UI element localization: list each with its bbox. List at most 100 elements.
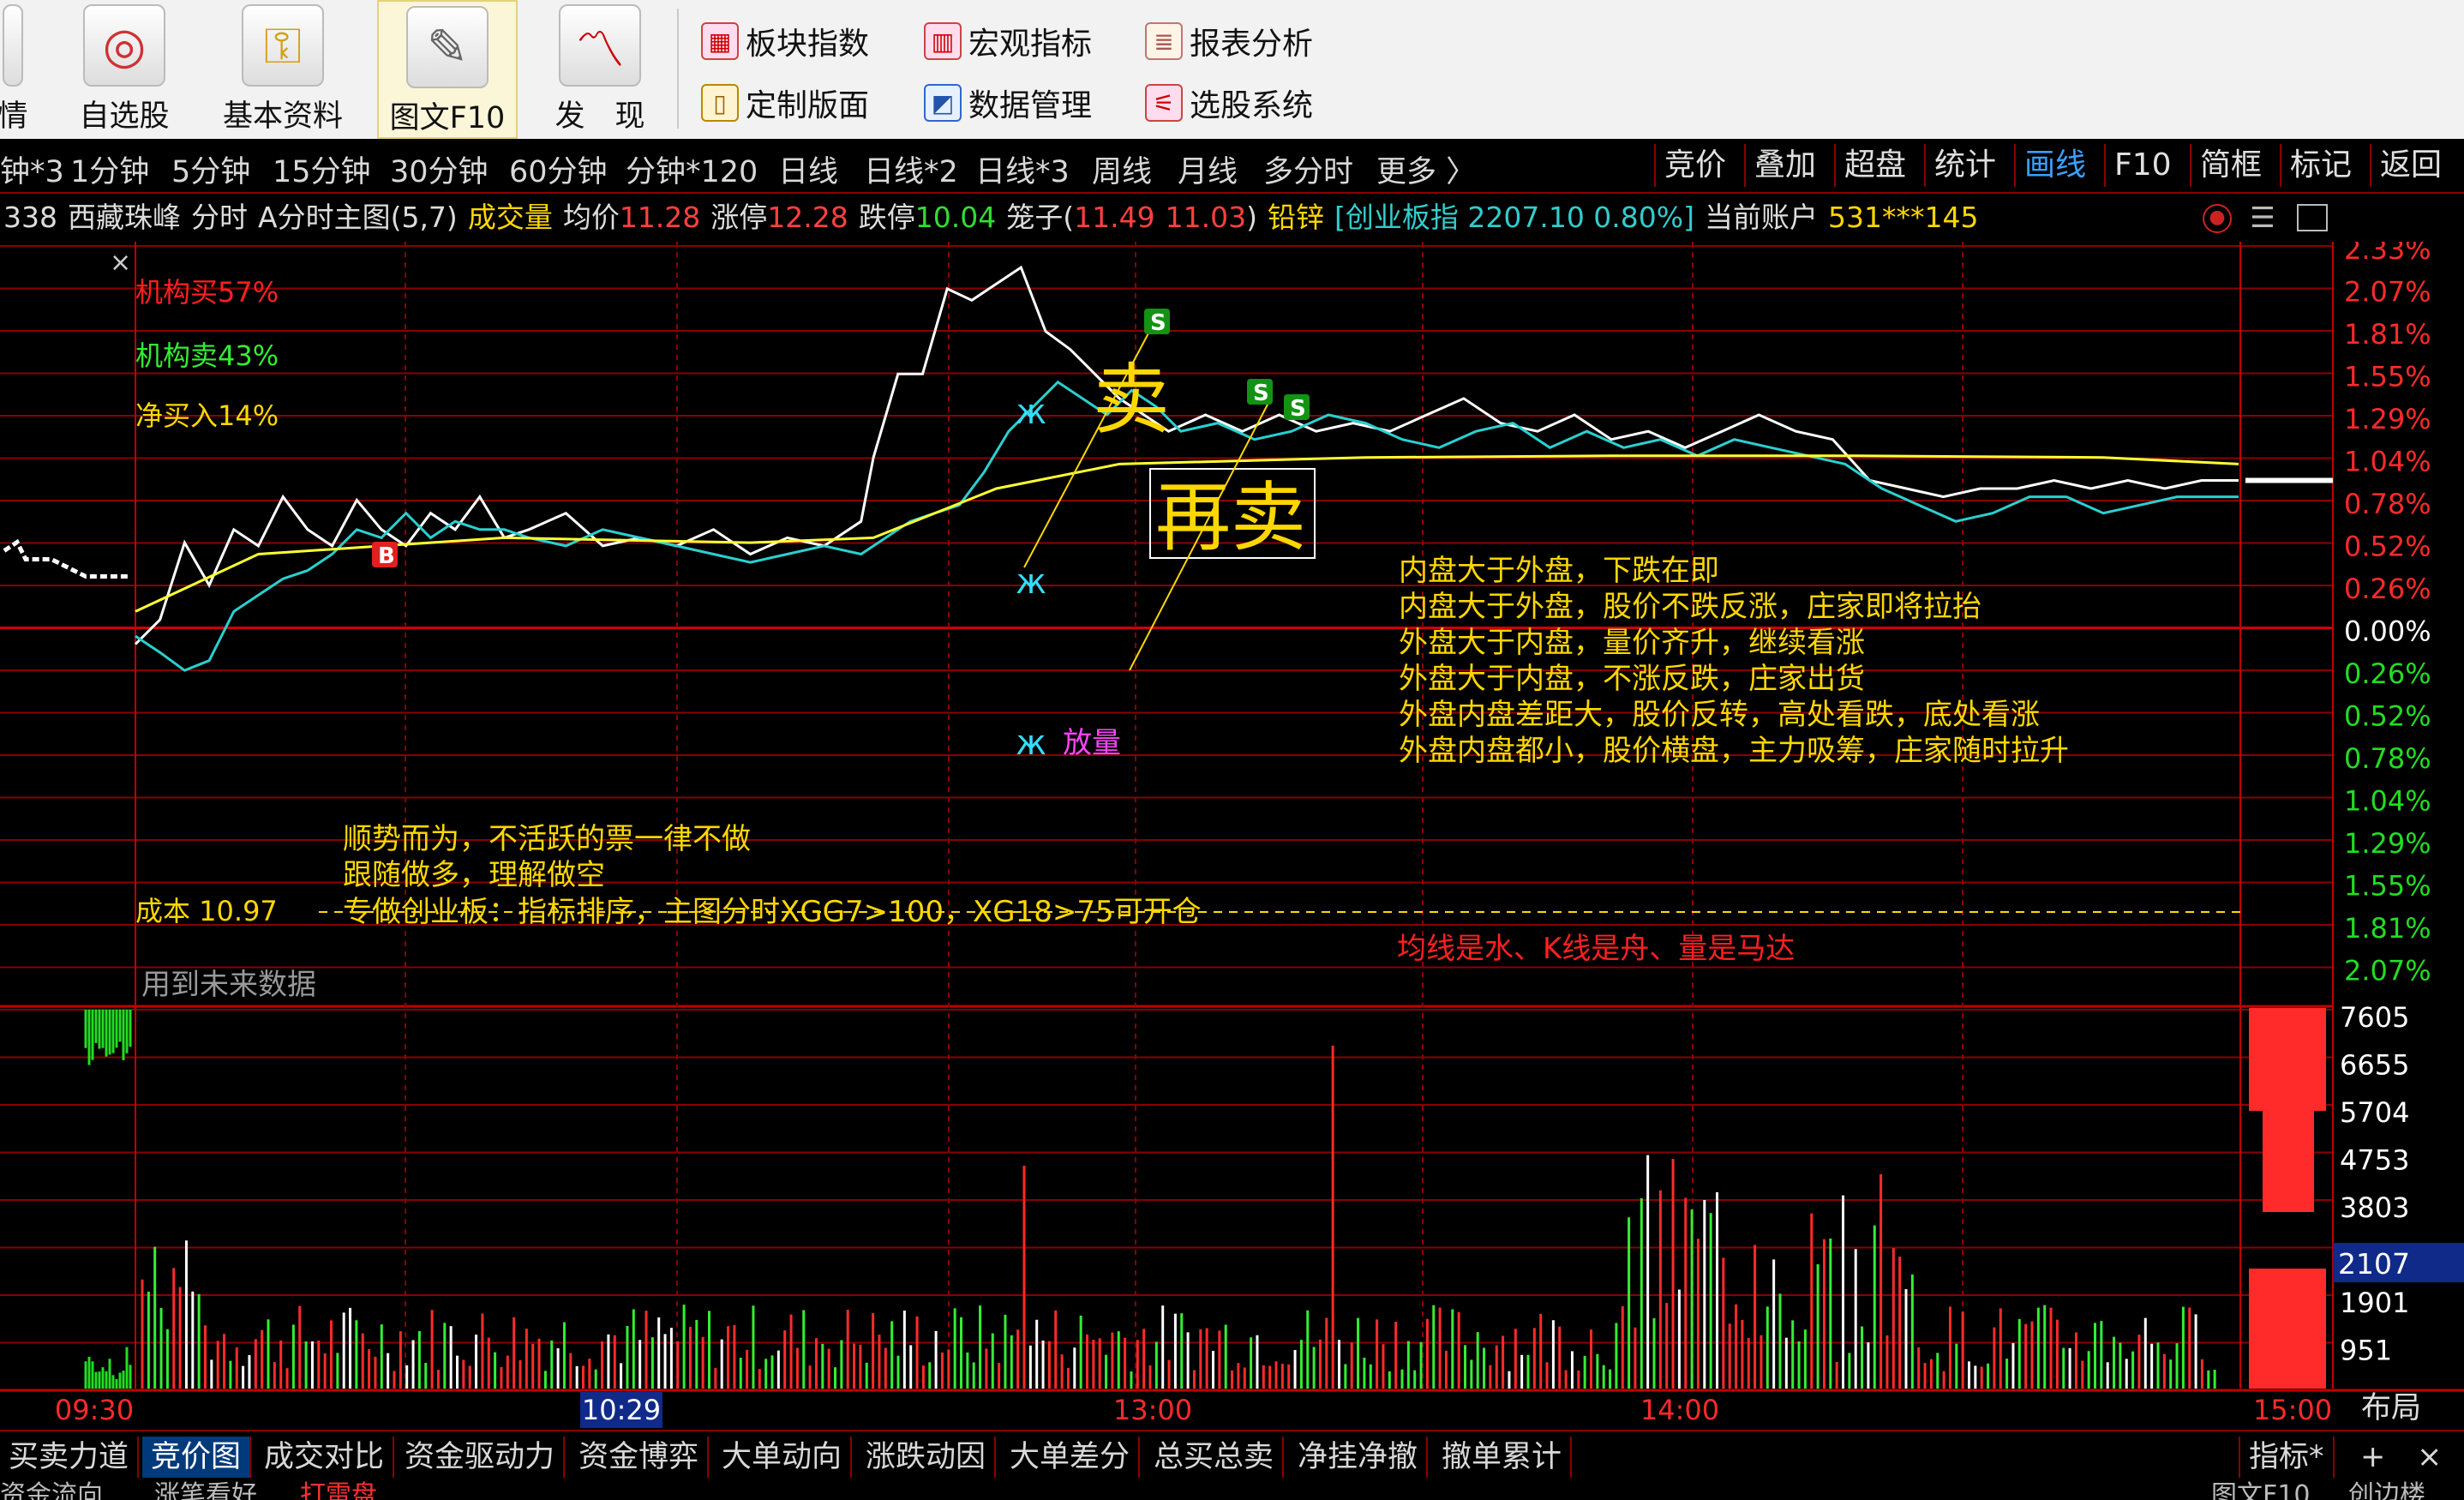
tab-total-buy-sell[interactable]: 总买总卖	[1145, 1437, 1285, 1478]
buy-marker: B	[372, 542, 398, 569]
x-tick-label: 10:29	[582, 1394, 661, 1426]
pct-tick-label: 1.29%	[2344, 827, 2431, 860]
limit-up-value: 12.28	[767, 201, 848, 234]
status-item[interactable]: 图文F10	[2211, 1481, 2310, 1500]
period-15min[interactable]: 15分钟	[273, 147, 371, 191]
toolbar-basic-info-button[interactable]: ⚿ 基本资料	[214, 0, 351, 135]
tab-rise-fall-cause[interactable]: 涨跌动因	[857, 1437, 997, 1478]
status-item[interactable]: 打雷盘	[300, 1481, 377, 1500]
toolbar-watchlist-button[interactable]: ◎ 自选股	[69, 0, 180, 135]
period-multi-intraday[interactable]: 多分时	[1263, 147, 1353, 191]
volume-tick-label: 5704	[2340, 1096, 2409, 1129]
tool-overlay[interactable]: 叠加	[1744, 144, 1825, 187]
inst-sell-label: 机构卖43%	[135, 339, 279, 372]
butterfly-icon: ж	[1016, 393, 1046, 432]
close-volume-block	[2263, 1109, 2314, 1212]
add-indicator-button[interactable]: +	[2352, 1437, 2394, 1478]
tool-simple-frame[interactable]: 简框	[2190, 144, 2270, 187]
macro-indicator-label: 宏观指标	[968, 27, 1093, 62]
pct-tick-label: 1.29%	[2344, 403, 2431, 435]
period-5min[interactable]: 5分钟	[171, 147, 250, 191]
indicator-menu-button[interactable]: 指标*	[2239, 1437, 2335, 1478]
tab-big-order-diff[interactable]: 大单差分	[1001, 1437, 1141, 1478]
volume-axis-ticks: 7605665557044753380328521901951	[2340, 1001, 2409, 1367]
pct-tick-label: 1.04%	[2344, 785, 2431, 818]
close-indicator-button[interactable]: ×	[2408, 1437, 2450, 1478]
sector-index-label: 板块指数	[746, 27, 870, 62]
tool-back[interactable]: 返回	[2370, 144, 2450, 187]
resell-annotation: 再卖	[1155, 473, 1306, 561]
volume-tick-label: 3803	[2340, 1191, 2409, 1224]
tool-auction[interactable]: 竞价	[1654, 144, 1735, 187]
pct-tick-label: 0.26%	[2344, 573, 2431, 605]
volume-tick-label: 6655	[2340, 1049, 2409, 1082]
close-overlay-icon[interactable]: ×	[110, 248, 131, 278]
x-tick-label: 13:00	[1113, 1394, 1192, 1426]
tab-big-order-flow[interactable]: 大单动向	[713, 1437, 853, 1478]
tab-trade-compare[interactable]: 成交对比	[255, 1437, 395, 1478]
tool-mark[interactable]: 标记	[2280, 144, 2360, 187]
macro-indicator-button[interactable]: ▥ 宏观指标	[924, 17, 1092, 65]
stock-screen-icon: ⚟	[1145, 84, 1183, 122]
period-monthly[interactable]: 月线	[1178, 147, 1238, 191]
strategy-text: 跟随做多，理解做空	[343, 858, 605, 892]
tab-cancel-cumulative[interactable]: 撤单累计	[1433, 1437, 1573, 1478]
sell-annotation: 卖	[1093, 355, 1170, 445]
record-icon[interactable]: ●	[2203, 204, 2232, 233]
period-min3[interactable]: 钟*3	[0, 147, 64, 191]
toolbar-quote-button[interactable]: 情	[0, 0, 34, 135]
quote-icon	[3, 4, 23, 87]
tool-f10[interactable]: F10	[2104, 144, 2180, 187]
report-analysis-button[interactable]: ≣ 报表分析	[1145, 17, 1313, 65]
period-daily[interactable]: 日线	[778, 147, 838, 191]
watchlist-icon: ◎	[83, 4, 165, 87]
sell-marker: S	[1284, 394, 1310, 422]
sell-marker-label: S	[1253, 381, 1269, 406]
period-60min[interactable]: 60分钟	[509, 147, 608, 191]
status-item[interactable]: 资金流向	[0, 1481, 103, 1500]
period-1min[interactable]: 1分钟	[70, 147, 149, 191]
period-120min[interactable]: 分钟*120	[626, 147, 758, 191]
tab-buy-sell-force[interactable]: 买卖力道	[0, 1437, 140, 1478]
tab-capital-drive[interactable]: 资金驱动力	[396, 1437, 566, 1478]
stock-screen-button[interactable]: ⚟ 选股系统	[1145, 79, 1313, 127]
layout-button[interactable]: 布局	[2361, 1391, 2421, 1425]
note-line: 外盘内盘差距大，股价反转，高处看跌，底处看涨	[1399, 698, 2040, 732]
status-item[interactable]: 涨笔看好	[154, 1481, 257, 1500]
period-30min[interactable]: 30分钟	[390, 147, 489, 191]
toolbar-f10-button[interactable]: ✎ 图文F10	[377, 0, 518, 139]
toolbar-discover-button[interactable]: 〽 发 现	[544, 0, 656, 135]
menu-icon[interactable]: ☰	[2250, 194, 2275, 242]
period-more[interactable]: 更多 〉	[1376, 147, 1476, 191]
cage-high: 11.49	[1074, 201, 1155, 234]
tool-stats[interactable]: 统计	[1924, 144, 2005, 187]
layout-icon: ▯	[701, 84, 739, 122]
sector-index-button[interactable]: ▦ 板块指数	[701, 17, 869, 65]
tab-capital-game[interactable]: 资金博弈	[570, 1437, 710, 1478]
tool-draw-line[interactable]: 画线	[2014, 144, 2095, 187]
data-manage-button[interactable]: ◩ 数据管理	[924, 79, 1092, 127]
account-label: 当前账户	[1705, 201, 1819, 234]
tool-superdisk[interactable]: 超盘	[1834, 144, 1915, 187]
limit-down-value: 10.04	[914, 201, 997, 234]
toolbar-f10-label: 图文F10	[389, 101, 506, 135]
stock-name: 西藏珠峰	[68, 201, 181, 234]
y-axis-ticks: 2.33% 2.07% 1.81% 1.55% 1.29% 1.04% 0.78% 0.52%…	[2344, 242, 2431, 987]
window-toggle-icon[interactable]	[2297, 204, 2328, 231]
volume-tick-label: 1901	[2340, 1287, 2409, 1319]
main-toolbar: 情 ◎ 自选股 ⚿ 基本资料 ✎ 图文F10 〽 发 现 ▦ 板块指数 ▥ 宏观…	[0, 0, 2464, 141]
pre-market-line	[3, 538, 129, 579]
period-daily2[interactable]: 日线*2	[864, 147, 958, 191]
note-line: 内盘大于外盘，股价不跌反涨，庄家即将拉抬	[1399, 590, 1981, 624]
cage-low: 11.03	[1165, 201, 1247, 234]
tab-auction-chart[interactable]: 竞价图	[142, 1437, 252, 1478]
custom-layout-button[interactable]: ▯ 定制版面	[701, 79, 869, 127]
x-tick-label: 09:30	[55, 1394, 134, 1426]
period-weekly[interactable]: 周线	[1092, 147, 1152, 191]
period-daily3[interactable]: 日线*3	[975, 147, 1070, 191]
inst-buy-label: 机构买57%	[135, 276, 279, 309]
status-item[interactable]: 创边楼	[2348, 1481, 2425, 1500]
tab-net-order-cancel[interactable]: 净挂净撤	[1289, 1437, 1429, 1478]
index-quote[interactable]: [创业板指 2207.10 0.80%]	[1334, 201, 1694, 234]
volume-label: 成交量	[467, 201, 553, 234]
